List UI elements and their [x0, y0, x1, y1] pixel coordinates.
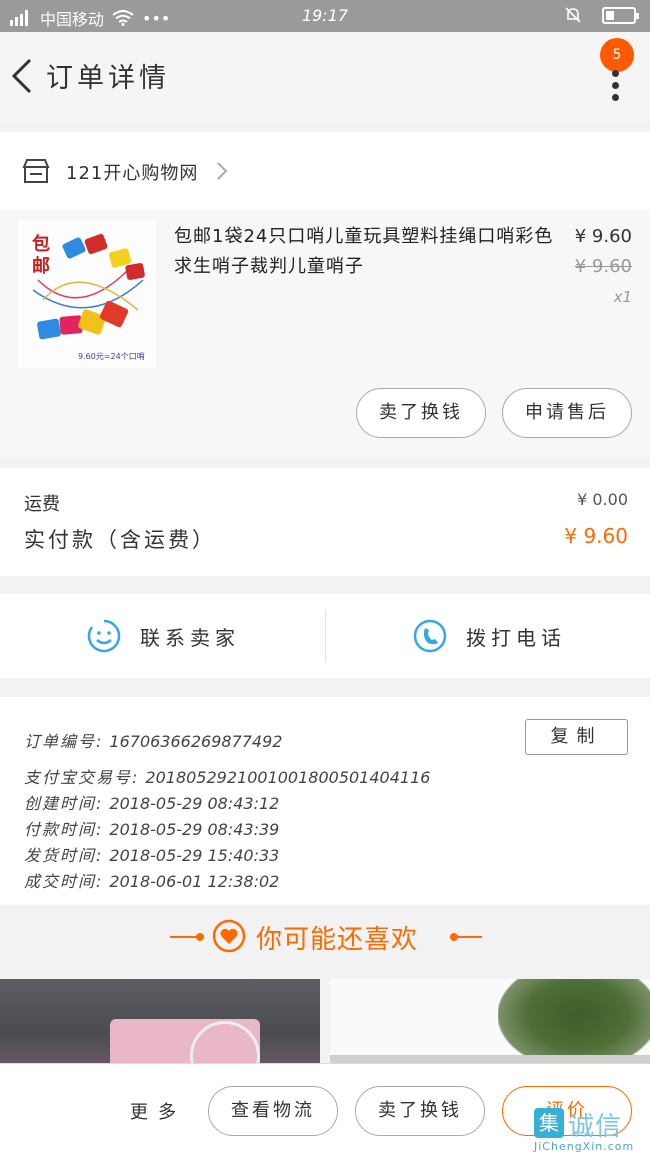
shipped-time-value: 2018-05-29 15:40:33: [109, 846, 280, 865]
resell-bottom-button[interactable]: 卖了换钱: [355, 1086, 485, 1136]
watermark-logo: 集: [534, 1108, 564, 1138]
fee-summary: 运费 ¥ 0.00 实付款（含运费） ¥ 9.60: [0, 468, 650, 576]
alipay-trade-value: 2018052921001001800501404116: [145, 768, 431, 787]
original-price: ¥ 9.60: [574, 256, 632, 277]
status-bar: 中国移动 ••• 19:17: [0, 0, 650, 32]
created-time-line: 创建时间: 2018-05-29 08:43:12: [24, 790, 279, 814]
store-row[interactable]: 121开心购物网: [0, 132, 650, 210]
closed-time-line: 成交时间: 2018-06-01 12:38:02: [24, 868, 279, 892]
recommend-header: 你可能还喜欢: [0, 905, 650, 969]
recommend-title: 你可能还喜欢: [256, 925, 419, 955]
phone-icon: [413, 619, 447, 653]
back-arrow-icon[interactable]: [8, 54, 38, 98]
paid-time-key: 付款时间:: [24, 820, 104, 839]
battery-icon: [602, 6, 639, 24]
shipping-label: 运费: [24, 494, 60, 515]
contact-seller-label: 联系卖家: [140, 626, 240, 650]
order-number-key: 订单编号:: [24, 732, 104, 751]
paid-value: ¥ 9.60: [564, 524, 628, 548]
store-icon: [22, 159, 50, 183]
clock: 19:17: [301, 6, 349, 25]
created-time-value: 2018-05-29 08:43:12: [109, 794, 280, 813]
closed-time-key: 成交时间:: [24, 872, 104, 891]
watermark-url: JiChengXin.com: [534, 1140, 635, 1153]
recommended-product-card[interactable]: [330, 979, 650, 1069]
product-name[interactable]: 包邮1袋24只口哨儿童玩具塑料挂绳口哨彩色求生哨子裁判儿童哨子: [174, 222, 566, 282]
order-number-line: 订单编号: 16706366269877492: [24, 728, 282, 752]
header: 订单详情 5: [0, 32, 650, 122]
product-item: 包邮 9.60元=24个口哨 包邮1袋24只口哨儿童玩具塑料挂绳口哨彩色求生哨子…: [0, 210, 650, 458]
paid-time-value: 2018-05-29 08:43:39: [109, 820, 280, 839]
product-price: ¥ 9.60: [574, 226, 632, 247]
paid-label: 实付款（含运费）: [24, 528, 216, 552]
contact-seller-button[interactable]: 联系卖家: [0, 594, 325, 678]
recommended-product-card[interactable]: [0, 979, 320, 1069]
thumbnail-caption: 9.60元=24个口哨: [78, 352, 145, 361]
more-button[interactable]: 更多: [130, 1098, 186, 1124]
call-label: 拨打电话: [466, 626, 566, 650]
chevron-right-icon: [217, 162, 228, 180]
paid-time-line: 付款时间: 2018-05-29 08:43:39: [24, 816, 279, 840]
mute-bell-icon: [565, 7, 581, 23]
resell-button[interactable]: 卖了换钱: [356, 388, 486, 438]
view-logistics-button[interactable]: 查看物流: [208, 1086, 338, 1136]
heart-icon: [212, 919, 246, 953]
notification-badge[interactable]: 5: [600, 38, 634, 72]
decor-line: [452, 936, 482, 938]
watermark-text: 诚信: [568, 1112, 623, 1142]
product-quantity: x1: [613, 288, 632, 306]
order-info: 订单编号: 16706366269877492 复制 支付宝交易号: 2018052…: [0, 697, 650, 905]
contact-bar: 联系卖家 拨打电话: [0, 594, 650, 678]
closed-time-value: 2018-06-01 12:38:02: [109, 872, 280, 891]
chat-face-icon: [87, 619, 121, 653]
order-number-value: 16706366269877492: [109, 732, 283, 751]
after-sales-button[interactable]: 申请售后: [502, 388, 632, 438]
product-thumbnail[interactable]: 包邮 9.60元=24个口哨: [18, 220, 156, 368]
shipped-time-key: 发货时间:: [24, 846, 104, 865]
call-button[interactable]: 拨打电话: [326, 594, 650, 678]
alipay-trade-line: 支付宝交易号: 2018052921001001800501404116: [24, 764, 430, 788]
decor-dot: [196, 933, 204, 941]
alipay-trade-key: 支付宝交易号:: [24, 768, 140, 787]
thumbnail-tag: 包邮: [32, 234, 50, 277]
more-options-icon[interactable]: [612, 70, 620, 110]
created-time-key: 创建时间:: [24, 794, 104, 813]
watermark: 集 诚信 JiChengXin.com: [532, 1100, 650, 1155]
store-name: 121开心购物网: [66, 163, 199, 184]
shipped-time-line: 发货时间: 2018-05-29 15:40:33: [24, 842, 279, 866]
shipping-value: ¥ 0.00: [577, 490, 628, 509]
page-title: 订单详情: [46, 63, 170, 94]
copy-button[interactable]: 复制: [525, 719, 628, 755]
